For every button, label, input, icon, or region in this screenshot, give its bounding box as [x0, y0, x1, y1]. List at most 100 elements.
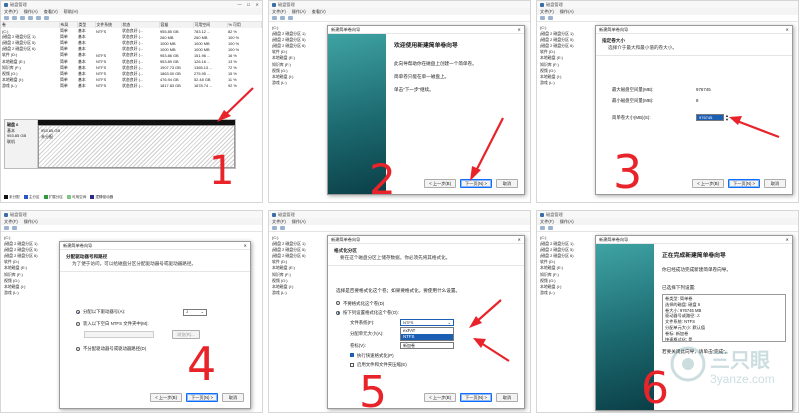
volume-size-input[interactable]: 976745 — [696, 114, 724, 121]
back-icon[interactable] — [272, 226, 277, 230]
back-icon[interactable] — [4, 226, 9, 230]
red-arrow-icon — [217, 87, 254, 122]
menu-help[interactable]: 帮助(H) — [64, 9, 78, 15]
wizard-buttons: < 上一步(B) 下一页(N) > 取消 — [150, 393, 244, 402]
menu-bar: 文件(F) 操作(A) — [1, 218, 262, 225]
properties-icon[interactable] — [20, 16, 25, 20]
volume-list-item[interactable]: 游戏 (L:) — [540, 80, 574, 86]
back-icon[interactable] — [540, 16, 545, 20]
forward-icon[interactable] — [280, 16, 285, 20]
wizard-titlebar: 新建简单卷向导 ✕ — [328, 26, 524, 34]
allocation-unit-label: 分配单元大小(A): — [350, 331, 384, 337]
wizard-line: 单击“下一步”继续。 — [394, 87, 434, 92]
back-icon[interactable] — [4, 16, 9, 20]
table-cell: 状态良好 (... — [122, 82, 144, 88]
menu-file[interactable]: 文件(F) — [4, 219, 18, 225]
close-icon[interactable]: ✕ — [785, 27, 789, 32]
next-button[interactable]: 下一页(N) > — [728, 179, 760, 188]
forward-icon[interactable] — [12, 226, 17, 230]
volume-list-item[interactable]: 游戏 (L:) — [272, 80, 306, 86]
close-icon[interactable]: ✕ — [517, 237, 521, 242]
back-button[interactable]: < 上一步(B) — [692, 179, 724, 188]
radio-mount-folder[interactable] — [76, 322, 80, 326]
volume-label-input[interactable]: 新加卷 — [400, 342, 454, 350]
cancel-button[interactable]: 取消 — [496, 393, 518, 402]
menu-view[interactable]: 查看(V) — [44, 9, 58, 15]
toolbar — [537, 15, 798, 22]
menu-action[interactable]: 操作(A) — [24, 9, 38, 15]
unallocated-partition[interactable]: 953.85 GB 未分配 — [38, 120, 235, 168]
wizard-title: 新建简单卷向导 — [599, 26, 629, 32]
close-icon[interactable]: ✕ — [785, 237, 789, 242]
menu-action[interactable]: 操作(A) — [560, 9, 574, 15]
table-cell: 1817.83 GB — [160, 83, 181, 89]
close-icon[interactable]: ✕ — [243, 243, 247, 248]
legend-item: 可用空间 — [66, 195, 86, 200]
maximize-icon[interactable]: ☐ — [247, 2, 251, 7]
legend-item: 未分配 — [4, 195, 20, 200]
refresh-icon[interactable] — [36, 16, 41, 20]
back-button[interactable]: < 上一步(B) — [150, 393, 182, 402]
toolbar — [269, 225, 530, 232]
back-button[interactable]: < 上一步(B) — [424, 393, 456, 402]
volume-list-item[interactable]: 游戏 (L:) — [540, 290, 574, 296]
volume-list-item[interactable]: 游戏 (L:) — [272, 290, 306, 296]
settings-list[interactable]: 卷类型: 简单卷 选择的磁盘: 磁盘 6 卷大小: 976745 MB 驱动器号或路径… — [662, 294, 786, 342]
step-number: 2 — [369, 155, 396, 203]
quick-format-checkbox[interactable] — [350, 353, 354, 358]
radio-format[interactable] — [336, 310, 340, 315]
next-button[interactable]: 下一页(N) > — [186, 393, 218, 402]
menu-action[interactable]: 操作(A) — [560, 219, 574, 225]
radio-assign-letter[interactable] — [76, 310, 80, 314]
forward-icon[interactable] — [280, 226, 285, 230]
wizard-line: 此向导帮助你在磁盘上创建一个简单卷。 — [394, 61, 477, 66]
radio-no-format[interactable] — [336, 301, 340, 306]
drive-letter-select[interactable]: J ⌄ — [183, 308, 207, 316]
compress-checkbox[interactable] — [350, 362, 354, 367]
menu-action[interactable]: 操作(A) — [292, 219, 306, 225]
forward-icon[interactable] — [548, 226, 553, 230]
legend: 未分配 主分区 扩展分区 可用空间 逻辑驱动器 — [4, 195, 113, 200]
menu-view[interactable]: 查看(V) — [312, 9, 326, 15]
cancel-button[interactable]: 取消 — [222, 393, 244, 402]
menu-action[interactable]: 操作(A) — [292, 9, 306, 15]
wizard-title: 新建简单卷向导 — [63, 242, 93, 248]
menu-file[interactable]: 文件(F) — [272, 219, 286, 225]
minimize-icon[interactable]: — — [238, 2, 242, 7]
menu-file[interactable]: 文件(F) — [540, 9, 554, 15]
back-icon[interactable] — [540, 226, 545, 230]
back-button[interactable]: < 上一步(B) — [424, 179, 456, 188]
next-button[interactable]: 下一页(N) > — [460, 393, 492, 402]
menu-file[interactable]: 文件(F) — [540, 219, 554, 225]
folder-path-input[interactable] — [84, 331, 154, 338]
volume-list-item[interactable]: 游戏 (L:) — [4, 290, 38, 296]
list-icon[interactable] — [44, 16, 49, 20]
toolbar — [269, 15, 530, 22]
back-icon[interactable] — [272, 16, 277, 20]
table-cell: 简单 — [60, 82, 68, 88]
close-icon[interactable]: ✕ — [517, 27, 521, 32]
legend-item: 主分区 — [23, 195, 40, 200]
forward-icon[interactable] — [12, 16, 17, 20]
menu-file[interactable]: 文件(F) — [4, 9, 18, 15]
forward-icon[interactable] — [548, 16, 553, 20]
properties-icon[interactable] — [288, 16, 293, 20]
eye-logo-icon — [670, 346, 706, 382]
close-icon[interactable]: ✕ — [255, 2, 259, 7]
dropdown-option-selected[interactable]: NTFS — [401, 334, 453, 340]
wizard-buttons: < 上一步(B) 下一页(N) > 取消 — [692, 179, 786, 188]
radio-no-letter[interactable] — [76, 347, 80, 351]
chevron-down-icon: ⌄ — [447, 319, 451, 325]
disk-management-icon — [540, 2, 544, 7]
cancel-button[interactable]: 取消 — [764, 179, 786, 188]
window-title: 磁盘管理 — [546, 211, 563, 217]
assign-letter-label: 分配以下驱动器号(A): — [83, 309, 126, 314]
menu-file[interactable]: 文件(F) — [272, 9, 286, 15]
menu-action[interactable]: 操作(A) — [24, 219, 38, 225]
disk-row[interactable]: 磁盘 6 基本 953.85 GB 联机 953.85 GB 未分配 — [4, 119, 236, 169]
help-icon[interactable] — [28, 16, 33, 20]
disk-size: 953.85 GB — [7, 133, 27, 139]
table-cell: 基本 — [78, 82, 86, 88]
file-system-select[interactable]: NTFS ⌄ — [400, 318, 454, 326]
window-title: 磁盘管理 — [10, 211, 27, 217]
